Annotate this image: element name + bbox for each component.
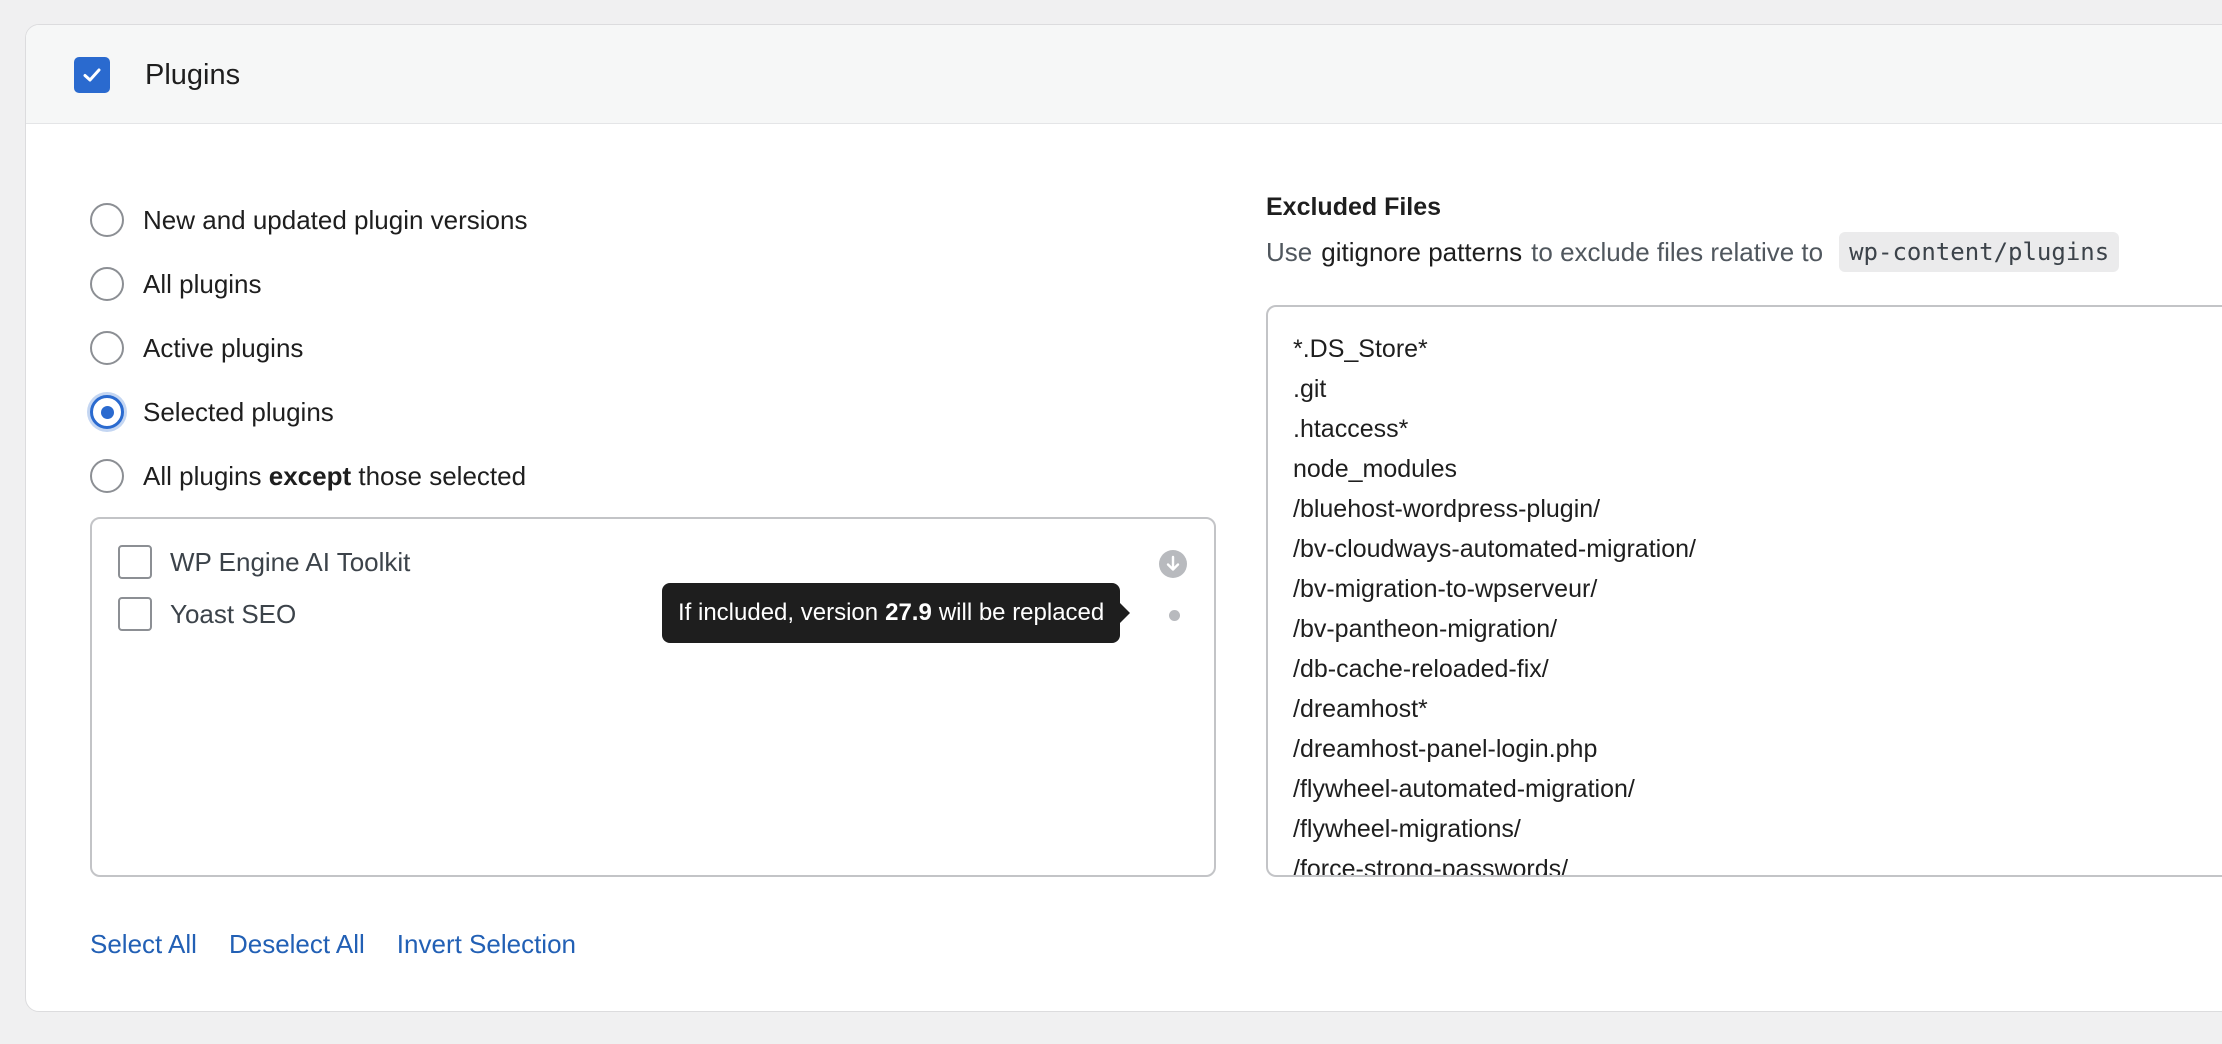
section-title: Plugins bbox=[145, 59, 241, 91]
select-all-link[interactable]: Select All bbox=[90, 929, 197, 960]
tooltip-version: 27.9 bbox=[885, 599, 932, 626]
radio-option-selected-plugins[interactable]: Selected plugins bbox=[90, 380, 527, 444]
radio-option-all-except-selected[interactable]: All plugins except those selected bbox=[90, 444, 527, 508]
radio-label: All plugins except those selected bbox=[143, 461, 526, 492]
version-replace-tooltip: If included, version 27.9 will be replaced bbox=[662, 583, 1131, 643]
radio-label: Active plugins bbox=[143, 332, 304, 363]
plugins-settings-card: Plugins New and updated plugin versions … bbox=[25, 24, 2222, 1012]
radio-label: New and updated plugin versions bbox=[143, 204, 528, 235]
selection-links: Select All Deselect All Invert Selection bbox=[90, 929, 576, 960]
desc-prefix: Use bbox=[1266, 236, 1313, 267]
plugin-name: Yoast SEO bbox=[170, 598, 297, 629]
radio-label: Selected plugins bbox=[143, 396, 334, 427]
plugin-name: WP Engine AI Toolkit bbox=[170, 546, 411, 577]
label-emphasis: except bbox=[268, 460, 352, 491]
card-header: Plugins bbox=[26, 25, 2222, 124]
desc-middle: to exclude files relative to bbox=[1531, 236, 1824, 267]
plugin-item-wp-engine-ai-toolkit[interactable]: WP Engine AI Toolkit bbox=[118, 542, 410, 582]
excluded-files-description: Use gitignore patterns to exclude files … bbox=[1266, 232, 2120, 272]
label-part: those selected bbox=[358, 460, 527, 491]
excluded-patterns-textarea[interactable]: *.DS_Store* .git .htaccess* node_modules… bbox=[1266, 305, 2222, 877]
label-part: All plugins bbox=[143, 460, 262, 491]
radio-all-plugins[interactable] bbox=[90, 267, 124, 301]
radio-selected-plugins[interactable] bbox=[90, 395, 124, 429]
plugin-checkbox[interactable] bbox=[118, 597, 152, 631]
radio-new-updated[interactable] bbox=[90, 203, 124, 237]
gitignore-patterns-link[interactable]: gitignore patterns bbox=[1321, 237, 1522, 268]
radio-all-except-selected[interactable] bbox=[90, 459, 124, 493]
radio-option-all-plugins[interactable]: All plugins bbox=[90, 252, 527, 316]
radio-option-active-plugins[interactable]: Active plugins bbox=[90, 316, 527, 380]
download-circle-icon bbox=[1159, 550, 1187, 578]
radio-option-new-updated[interactable]: New and updated plugin versions bbox=[90, 188, 527, 252]
plugin-mode-radio-group: New and updated plugin versions All plug… bbox=[90, 188, 527, 508]
plugin-checkbox[interactable] bbox=[118, 545, 152, 579]
radio-active-plugins[interactable] bbox=[90, 331, 124, 365]
plugins-enabled-checkbox[interactable] bbox=[74, 57, 110, 93]
invert-selection-link[interactable]: Invert Selection bbox=[397, 929, 576, 960]
excluded-files-title: Excluded Files bbox=[1266, 193, 1442, 221]
plugin-item-yoast-seo[interactable]: Yoast SEO bbox=[118, 594, 296, 634]
tooltip-prefix: If included, version bbox=[678, 599, 879, 626]
tooltip-suffix: will be replaced bbox=[938, 599, 1105, 626]
checkmark-icon bbox=[83, 68, 101, 82]
deselect-all-link[interactable]: Deselect All bbox=[229, 929, 365, 960]
radio-label: All plugins bbox=[143, 268, 262, 299]
excluded-patterns-text: *.DS_Store* .git .htaccess* node_modules… bbox=[1293, 335, 1696, 877]
dot-icon[interactable] bbox=[1169, 610, 1180, 621]
plugin-checklist: WP Engine AI Toolkit Yoast SEO If includ… bbox=[90, 517, 1216, 877]
plugins-path-code: wp-content/plugins bbox=[1839, 232, 2120, 272]
